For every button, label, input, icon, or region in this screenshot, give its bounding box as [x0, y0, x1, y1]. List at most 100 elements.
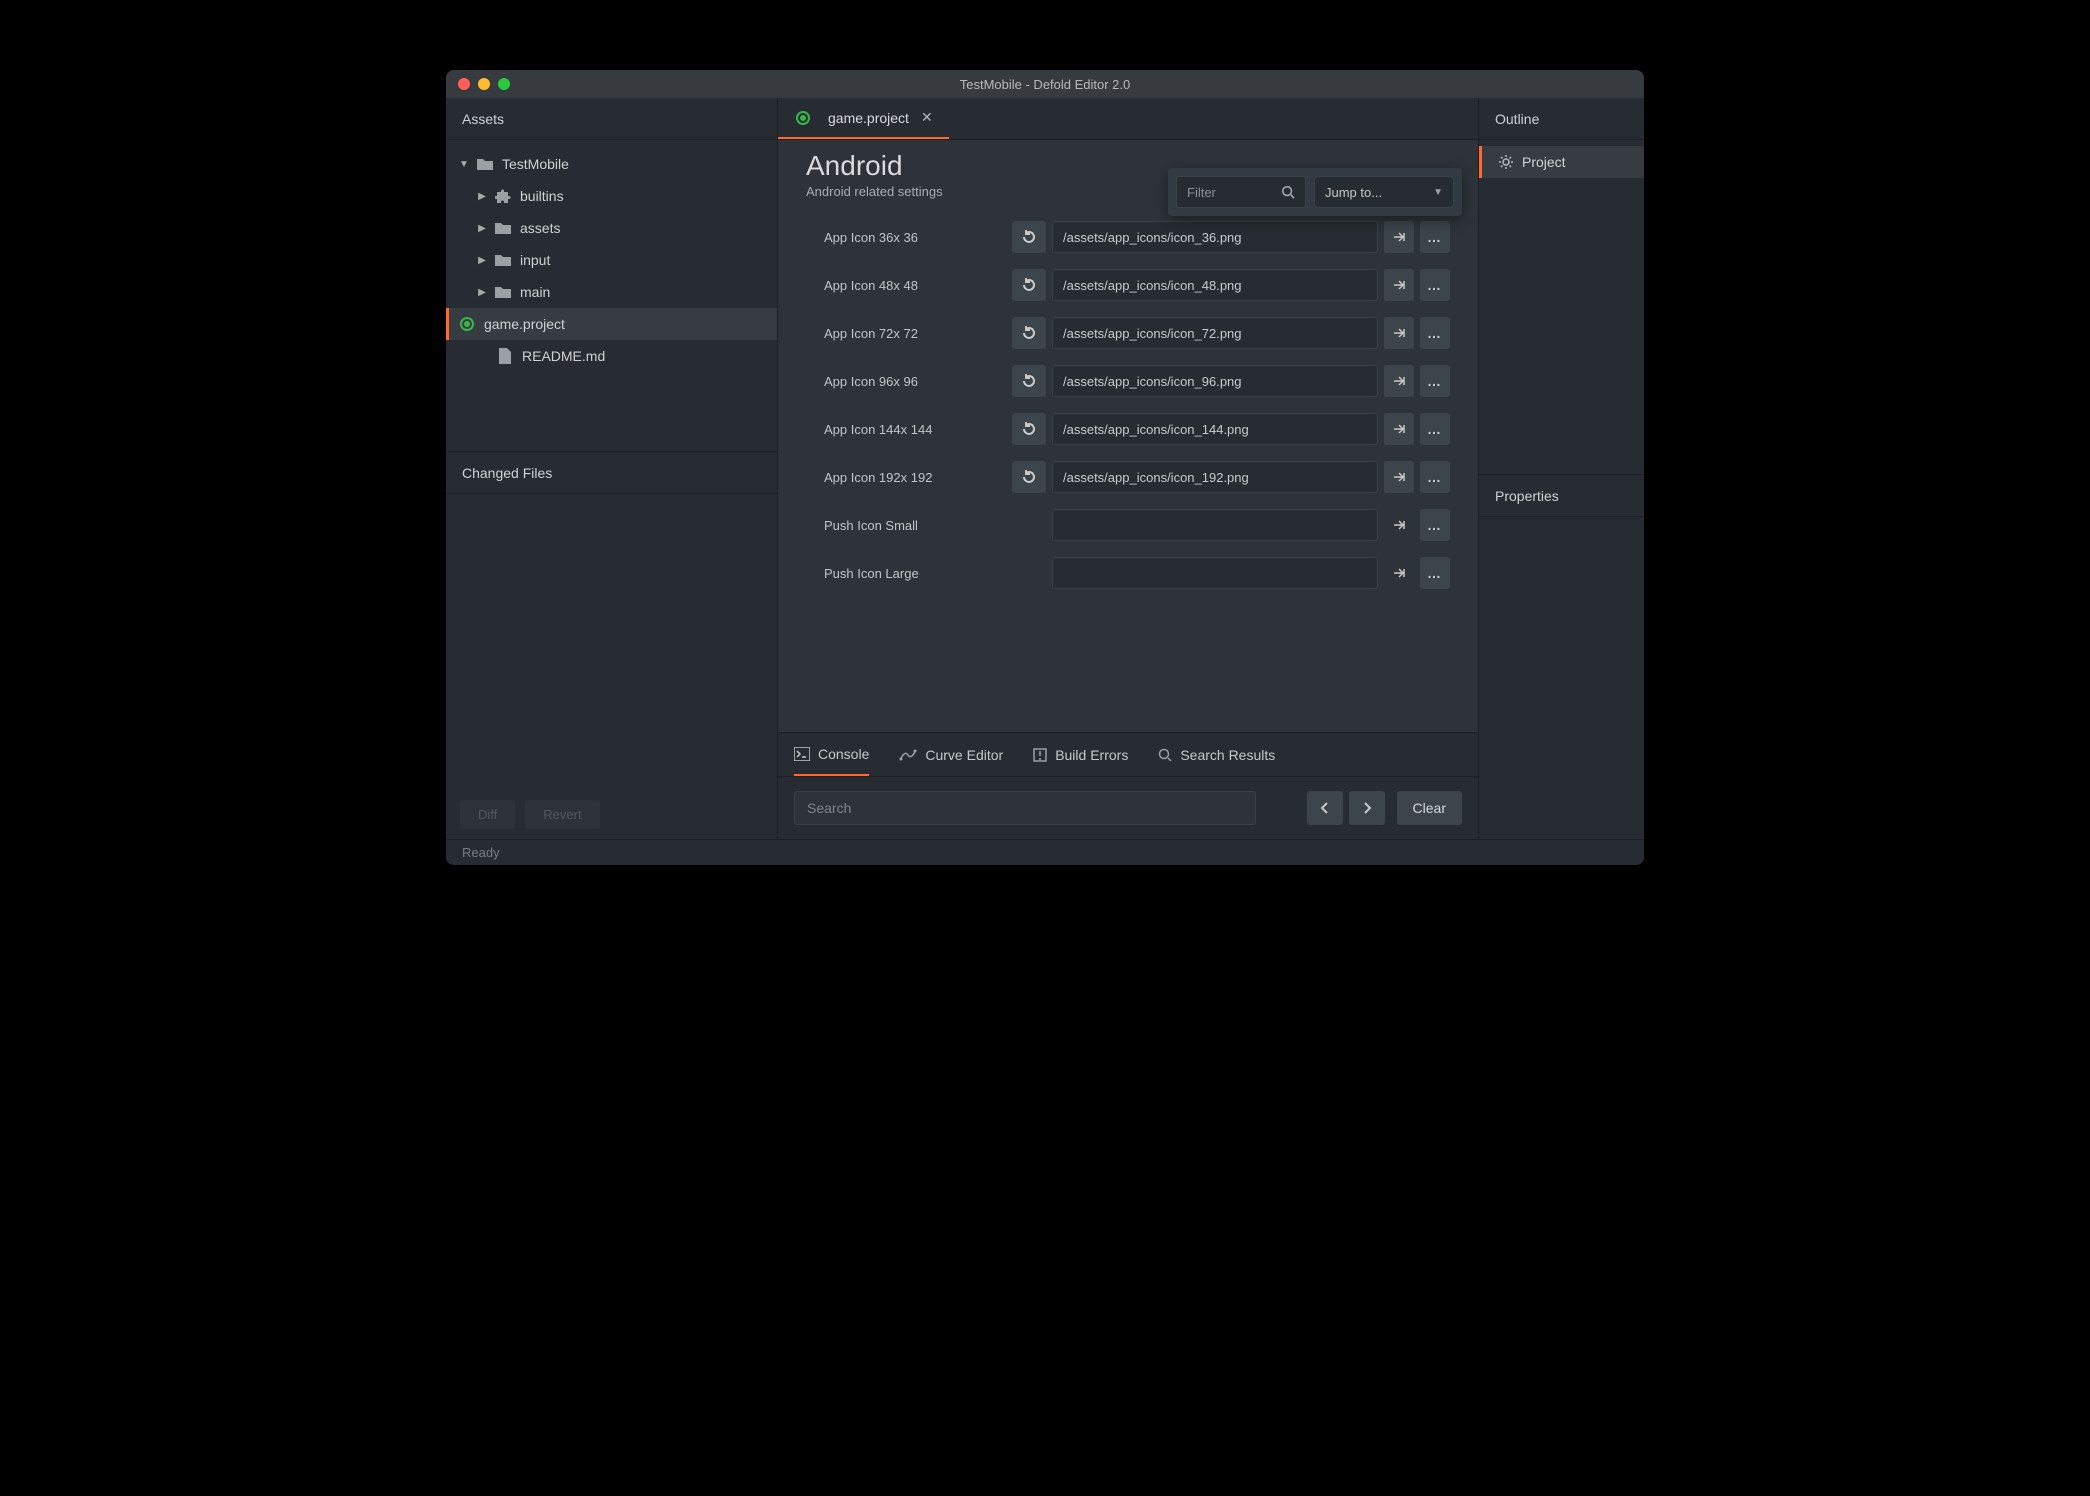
revert-button[interactable]: Revert: [525, 800, 599, 829]
tab-build-errors[interactable]: Build Errors: [1033, 733, 1128, 776]
browse-button[interactable]: …: [1420, 557, 1450, 589]
tree-label: game.project: [484, 316, 565, 332]
status-bar: Ready: [446, 839, 1644, 865]
filter-input[interactable]: Filter: [1176, 176, 1306, 208]
property-label: App Icon 48x 48: [806, 278, 1006, 293]
puzzle-icon: [494, 187, 512, 205]
close-tab-icon[interactable]: ✕: [921, 109, 933, 126]
path-input[interactable]: /assets/app_icons/icon_192.png: [1052, 461, 1378, 493]
editor-body: Android Android related settings Filter …: [778, 140, 1478, 732]
browse-button[interactable]: …: [1420, 365, 1450, 397]
console-search-input[interactable]: Search: [794, 791, 1256, 825]
folder-icon: [476, 155, 494, 173]
tree-item-main[interactable]: ▶ main: [446, 276, 777, 308]
window-title: TestMobile - Defold Editor 2.0: [446, 77, 1644, 92]
console-body: Search Clear: [778, 777, 1478, 839]
app-window: TestMobile - Defold Editor 2.0 Assets ▼ …: [446, 70, 1644, 865]
open-resource-button[interactable]: [1384, 413, 1414, 445]
outline-label: Project: [1522, 154, 1566, 170]
path-input[interactable]: [1052, 509, 1378, 541]
search-icon: [1158, 748, 1172, 762]
browse-button[interactable]: …: [1420, 221, 1450, 253]
path-input[interactable]: /assets/app_icons/icon_72.png: [1052, 317, 1378, 349]
folder-icon: [494, 251, 512, 269]
folder-icon: [494, 283, 512, 301]
console-icon: [794, 747, 810, 761]
tab-search-results[interactable]: Search Results: [1158, 733, 1275, 776]
editor-tabs: game.project ✕: [778, 98, 1478, 140]
curve-icon: [899, 748, 917, 762]
bottom-panel: Console Curve Editor Build Errors: [778, 732, 1478, 839]
assets-panel-header: Assets: [446, 98, 777, 140]
property-row: Push Icon Small …: [806, 501, 1450, 549]
property-label: Push Icon Large: [806, 566, 1006, 581]
open-resource-button[interactable]: [1384, 317, 1414, 349]
tree-item-readme[interactable]: README.md: [446, 340, 777, 372]
reset-button[interactable]: [1012, 461, 1046, 493]
chevron-right-icon[interactable]: ▶: [476, 191, 488, 202]
path-input[interactable]: /assets/app_icons/icon_144.png: [1052, 413, 1378, 445]
tab-console[interactable]: Console: [794, 733, 869, 776]
browse-button[interactable]: …: [1420, 461, 1450, 493]
reset-button[interactable]: [1012, 269, 1046, 301]
reset-button[interactable]: [1012, 221, 1046, 253]
property-row: App Icon 144x 144 /assets/app_icons/icon…: [806, 405, 1450, 453]
tab-curve-editor[interactable]: Curve Editor: [899, 733, 1003, 776]
tab-game-project[interactable]: game.project ✕: [778, 98, 949, 139]
changed-files-header: Changed Files: [446, 452, 777, 494]
search-icon: [1281, 185, 1295, 199]
browse-button[interactable]: …: [1420, 413, 1450, 445]
changed-files-actions: Diff Revert: [446, 789, 777, 839]
path-input[interactable]: /assets/app_icons/icon_48.png: [1052, 269, 1378, 301]
right-sidebar: Outline Project Properties: [1478, 98, 1644, 839]
property-label: App Icon 36x 36: [806, 230, 1006, 245]
defold-icon: [458, 315, 476, 333]
reset-button[interactable]: [1012, 413, 1046, 445]
property-label: App Icon 192x 192: [806, 470, 1006, 485]
reset-button[interactable]: [1012, 365, 1046, 397]
open-resource-button[interactable]: [1384, 221, 1414, 253]
filter-bar: Filter Jump to... ▼: [1168, 168, 1462, 216]
clear-button[interactable]: Clear: [1397, 791, 1462, 825]
tree-root[interactable]: ▼ TestMobile: [446, 148, 777, 180]
browse-button[interactable]: …: [1420, 509, 1450, 541]
diff-button[interactable]: Diff: [460, 800, 515, 829]
open-resource-button[interactable]: [1384, 557, 1414, 589]
tree-label: README.md: [522, 348, 605, 364]
chevron-right-icon[interactable]: ▶: [476, 287, 488, 298]
property-label: App Icon 72x 72: [806, 326, 1006, 341]
open-resource-button[interactable]: [1384, 509, 1414, 541]
next-button[interactable]: [1349, 791, 1385, 825]
tree-label: builtins: [520, 188, 564, 204]
open-resource-button[interactable]: [1384, 365, 1414, 397]
chevron-right-icon[interactable]: ▶: [476, 255, 488, 266]
path-input[interactable]: [1052, 557, 1378, 589]
filter-placeholder: Filter: [1187, 185, 1216, 200]
open-resource-button[interactable]: [1384, 269, 1414, 301]
property-row: App Icon 96x 96 /assets/app_icons/icon_9…: [806, 357, 1450, 405]
folder-icon: [494, 219, 512, 237]
outline-item-project[interactable]: Project: [1479, 146, 1644, 178]
tree-item-input[interactable]: ▶ input: [446, 244, 777, 276]
prev-button[interactable]: [1307, 791, 1343, 825]
chevron-right-icon[interactable]: ▶: [476, 223, 488, 234]
open-resource-button[interactable]: [1384, 461, 1414, 493]
reset-button[interactable]: [1012, 317, 1046, 349]
path-input[interactable]: /assets/app_icons/icon_96.png: [1052, 365, 1378, 397]
gear-icon: [1498, 154, 1514, 170]
tree-item-game-project[interactable]: game.project: [446, 308, 777, 340]
chevron-down-icon[interactable]: ▼: [458, 159, 470, 170]
outline-panel-header: Outline: [1479, 98, 1644, 140]
tab-label: game.project: [828, 110, 909, 126]
status-text: Ready: [462, 845, 500, 860]
file-icon: [496, 347, 514, 365]
tree-item-builtins[interactable]: ▶ builtins: [446, 180, 777, 212]
tree-label: main: [520, 284, 550, 300]
browse-button[interactable]: …: [1420, 317, 1450, 349]
path-input[interactable]: /assets/app_icons/icon_36.png: [1052, 221, 1378, 253]
jump-to-select[interactable]: Jump to... ▼: [1314, 176, 1454, 208]
property-row: App Icon 192x 192 /assets/app_icons/icon…: [806, 453, 1450, 501]
tree-item-assets[interactable]: ▶ assets: [446, 212, 777, 244]
tree-label: assets: [520, 220, 560, 236]
browse-button[interactable]: …: [1420, 269, 1450, 301]
